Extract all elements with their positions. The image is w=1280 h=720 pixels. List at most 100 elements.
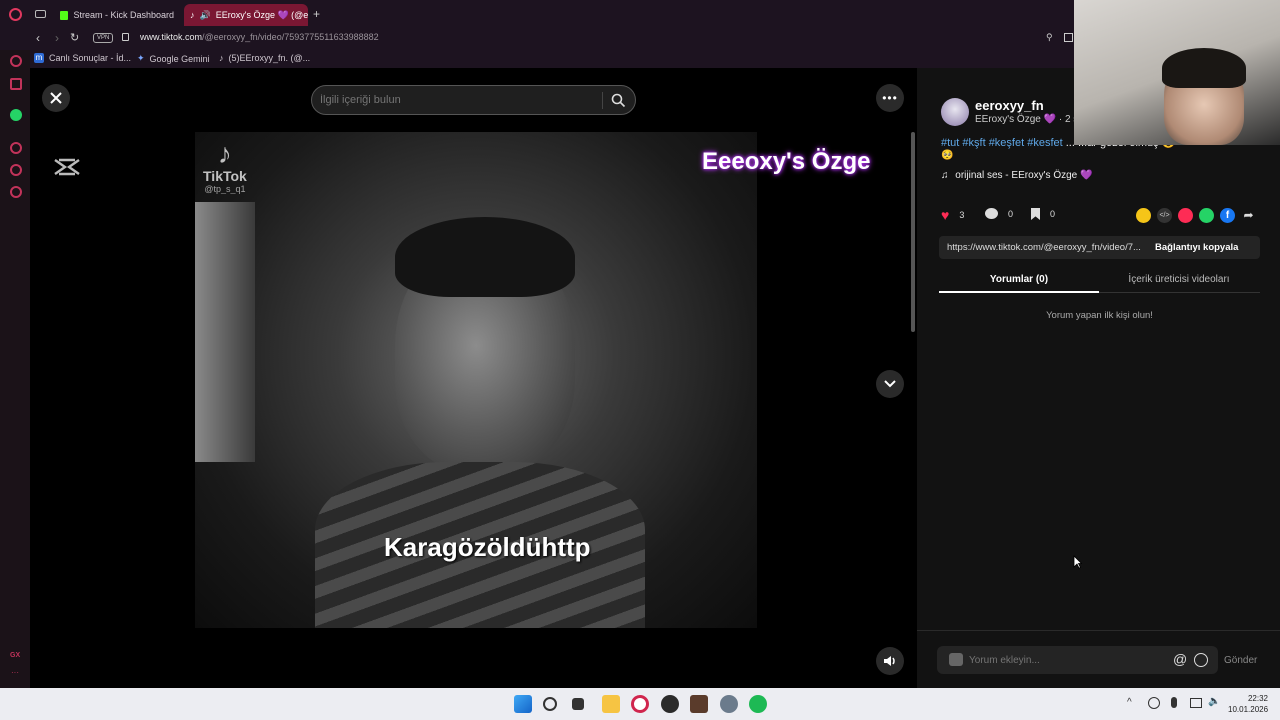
reload-icon[interactable]: ↻ [70, 31, 79, 44]
mic-tray-icon[interactable] [1171, 697, 1177, 708]
tab-active-indicator [939, 291, 1099, 293]
url-host: www.tiktok.com [140, 32, 203, 42]
send-comment-button[interactable]: Gönder [1224, 655, 1257, 666]
video-overlay-title: Eeeoxy's Özge [702, 148, 871, 175]
capcut-logo-icon [54, 158, 80, 176]
new-tab-button[interactable]: + [313, 7, 320, 21]
gx-label[interactable]: GX [10, 652, 20, 659]
game-icon[interactable] [690, 695, 708, 713]
tab-creator-videos[interactable]: İçerik üreticisi videoları [1099, 274, 1259, 285]
tab-label: EEroxy's Özge 💜 (@e [215, 9, 308, 20]
aria-icon[interactable] [10, 55, 22, 67]
clock[interactable]: 22:32 10.01.2026 [1228, 693, 1268, 715]
post-details-panel: eeroxyy_fn EEroxy's Özge 💜 · 2 sa #tut #… [917, 68, 1280, 688]
tab-tiktok-video[interactable]: ♪ 🔊 EEroxy's Özge 💜 (@e [184, 4, 308, 26]
settings-gear-icon[interactable] [720, 695, 738, 713]
bookmark-google-gemini[interactable]: ✦ Google Gemini [137, 53, 210, 64]
search-icon[interactable] [611, 93, 626, 108]
video-scrollbar[interactable] [911, 132, 915, 332]
sound-row[interactable]: ♫ orijinal ses - EEroxy's Özge 💜 [941, 170, 1092, 181]
url-field[interactable]: www.tiktok.com/@eeroxyy_fn/video/7593775… [140, 32, 379, 42]
network-tray-icon[interactable] [1148, 697, 1160, 709]
chevron-down-icon [884, 380, 896, 388]
embed-icon[interactable]: </> [1157, 208, 1172, 223]
kick-icon [60, 10, 69, 20]
comment-button[interactable]: 0 [985, 208, 1013, 219]
opera-logo-icon[interactable] [9, 8, 22, 21]
tab-comments[interactable]: Yorumlar (0) [939, 274, 1099, 285]
bookmark-eeroxyy[interactable]: ♪ (5)EEroxyy_fn. (@... [219, 53, 310, 63]
sound-name: orijinal ses - EEroxy's Özge 💜 [955, 170, 1093, 181]
settings-icon[interactable] [10, 186, 22, 198]
tab-kick-dashboard[interactable]: Stream - Kick Dashboard [54, 4, 180, 26]
share-icon[interactable]: ➦ [1241, 208, 1256, 223]
webcam-overlay [1074, 0, 1280, 145]
whatsapp-share-icon[interactable] [1199, 208, 1214, 223]
whatsapp-icon[interactable] [10, 109, 22, 121]
forward-icon[interactable]: › [55, 31, 59, 45]
history-icon[interactable] [10, 142, 22, 154]
search-bar[interactable] [311, 85, 636, 115]
volume-button[interactable] [876, 647, 904, 675]
save-count: 0 [1050, 209, 1056, 219]
next-video-button[interactable] [876, 370, 904, 398]
facebook-share-icon[interactable]: f [1220, 208, 1235, 223]
comment-count: 0 [1008, 208, 1014, 219]
emoji-icon[interactable] [1194, 653, 1208, 667]
close-button[interactable] [42, 84, 70, 112]
more-icon[interactable]: ··· [11, 668, 19, 677]
comment-input-box[interactable]: @ [937, 646, 1218, 674]
creator-username[interactable]: eeroxyy_fn [975, 98, 1044, 113]
window-light [195, 202, 255, 462]
post-link[interactable]: https://www.tiktok.com/@eeroxyy_fn/video… [947, 242, 1147, 253]
hair-shape [395, 217, 575, 297]
description-emoji: 🥺 [941, 150, 954, 161]
link-box: https://www.tiktok.com/@eeroxyy_fn/video… [939, 236, 1260, 259]
search-icon[interactable] [543, 697, 557, 711]
vpn-badge[interactable]: VPN [93, 33, 114, 43]
send-to-friends-icon[interactable] [1178, 208, 1193, 223]
snapshot-icon[interactable] [1064, 33, 1073, 42]
hashtags[interactable]: #tut #kşft #keşfet #kesfet [941, 137, 1063, 149]
creator-avatar[interactable] [941, 98, 969, 126]
mention-icon[interactable]: @ [1173, 651, 1187, 667]
display-tray-icon[interactable] [1190, 698, 1202, 708]
copy-link-button[interactable]: Bağlantıyı kopyala [1155, 242, 1238, 253]
twitch-icon[interactable] [10, 78, 22, 90]
obs-icon[interactable] [661, 695, 679, 713]
back-icon[interactable]: ‹ [36, 31, 40, 45]
tiktok-icon: ♪ [190, 10, 195, 20]
volume-icon [884, 656, 895, 666]
task-view-icon[interactable] [572, 698, 584, 710]
coin-icon[interactable] [1136, 208, 1151, 223]
more-options-button[interactable]: ••• [876, 84, 904, 112]
creator-display-name: EEroxy's Özge 💜 [975, 114, 1057, 125]
bookmark-button[interactable]: 0 [1031, 208, 1055, 220]
heart-icon: ♥ [941, 207, 950, 223]
bookmark-icon [1031, 208, 1040, 220]
like-button[interactable]: ♥ 3 [941, 207, 964, 223]
video-area: ••• ♪ TikTok @tp_s_q1 Karagözöldühttp Ee… [30, 68, 917, 688]
start-icon[interactable] [514, 695, 532, 713]
comment-input[interactable] [969, 652, 1159, 668]
webcam-hair [1162, 48, 1246, 88]
more-icon: ••• [882, 91, 898, 105]
clock-icon[interactable] [10, 164, 22, 176]
empty-comments-text: Yorum yapan ilk kişi olun! [1046, 310, 1153, 321]
tray-chevron-icon[interactable]: ^ [1127, 697, 1132, 708]
mouse-cursor-icon [1073, 555, 1082, 569]
clock-time: 22:32 [1247, 694, 1268, 703]
opera-gx-taskbar-icon[interactable] [631, 695, 649, 713]
search-input[interactable] [320, 92, 600, 108]
tab-overview-icon[interactable] [35, 10, 46, 18]
spotify-icon[interactable] [749, 695, 767, 713]
file-explorer-icon[interactable] [602, 695, 620, 713]
speaker-icon[interactable]: 🔊 [200, 10, 211, 21]
volume-tray-icon[interactable]: 🔈 [1208, 696, 1220, 707]
share-icons-row: </> f ➦ [1136, 208, 1256, 223]
tiktok-icon: ♪ [219, 53, 224, 63]
like-count: 3 [959, 210, 965, 220]
bookmark-canli-sonuclar[interactable]: m Canlı Sonuçlar - İd... [34, 53, 131, 63]
video-player[interactable]: ♪ TikTok @tp_s_q1 Karagözöldühttp [195, 132, 757, 628]
pin-icon[interactable]: ⚲ [1046, 32, 1053, 43]
